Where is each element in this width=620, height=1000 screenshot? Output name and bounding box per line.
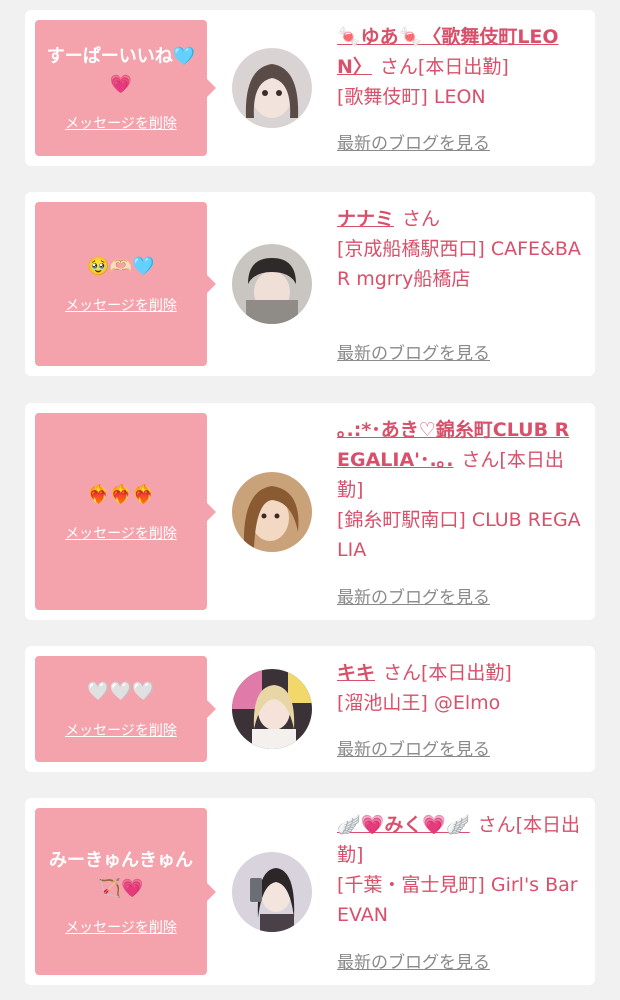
sender-info: ｡.:*･あき♡錦糸町CLUB REGALIA'･.｡. さん[本日出勤] [錦糸… <box>337 415 581 565</box>
sender-info: ナナミ さん [京成船橋駅西口] CAFE&BAR mgrry船橋店 <box>337 204 581 294</box>
delete-message-link[interactable]: メッセージを削除 <box>65 113 177 133</box>
avatar[interactable] <box>232 669 312 749</box>
delete-message-link[interactable]: メッセージを削除 <box>65 523 177 543</box>
delete-message-link[interactable]: メッセージを削除 <box>65 295 177 315</box>
avatar[interactable] <box>232 851 312 932</box>
delete-message-link[interactable]: メッセージを削除 <box>65 917 177 937</box>
message-card: ❤️‍🔥❤️‍🔥❤️‍🔥 メッセージを削除 ｡.:*･あき♡錦糸町CLUB RE… <box>25 403 595 620</box>
sender-info: 🪽💗みく💗🪽 さん[本日出勤] [千葉・富士見町] Girl's Bar EVAN <box>337 810 581 930</box>
message-bubble: みーきゅんきゅん🏹💗 メッセージを削除 <box>35 808 216 975</box>
message-text: 🥹🫶🏻🩵 <box>87 256 155 277</box>
message-bubble: ❤️‍🔥❤️‍🔥❤️‍🔥 メッセージを削除 <box>35 413 216 610</box>
delete-message-link[interactable]: メッセージを削除 <box>65 720 177 740</box>
message-card: すーぱーいいね🩵💗 メッセージを削除 🍬ゆあ🍬〈歌舞伎町LEON〉 さん[本日出勤… <box>25 10 595 166</box>
shop-info: [溜池山王] @Elmo <box>337 692 501 714</box>
sender-status: さん[本日出勤] <box>379 56 509 78</box>
message-text: みーきゅんきゅん🏹💗 <box>49 849 193 899</box>
avatar[interactable] <box>232 48 312 128</box>
avatar-photo-icon <box>232 471 312 552</box>
sender-name-link[interactable]: ナナミ <box>337 208 394 230</box>
sender-name-link[interactable]: 🪽💗みく💗🪽 <box>337 814 470 836</box>
sender-info: 🍬ゆあ🍬〈歌舞伎町LEON〉 さん[本日出勤] [歌舞伎町] LEON <box>337 22 581 112</box>
shop-info: [京成船橋駅西口] CAFE&BAR mgrry船橋店 <box>337 238 581 290</box>
message-list: すーぱーいいね🩵💗 メッセージを削除 🍬ゆあ🍬〈歌舞伎町LEON〉 さん[本日出勤… <box>0 0 620 1000</box>
message-bubble: 🥹🫶🏻🩵 メッセージを削除 <box>35 202 216 366</box>
message-card: 🤍🤍🤍 メッセージを削除 キキ さん[本日出勤] [溜池山王] @Elmo 最新の… <box>25 646 595 772</box>
avatar-photo-icon <box>232 669 312 749</box>
message-text: すーぱーいいね🩵💗 <box>46 46 196 95</box>
sender-status: さん[本日出勤] <box>383 662 512 684</box>
message-text: 🤍🤍🤍 <box>87 681 155 702</box>
latest-blog-link[interactable]: 最新のブログを見る <box>337 948 490 973</box>
latest-blog-link[interactable]: 最新のブログを見る <box>337 583 490 608</box>
avatar[interactable] <box>232 471 312 552</box>
shop-info: [千葉・富士見町] Girl's Bar EVAN <box>337 874 578 926</box>
latest-blog-link[interactable]: 最新のブログを見る <box>337 129 490 154</box>
shop-info: [歌舞伎町] LEON <box>337 86 486 108</box>
avatar-photo-icon <box>232 48 312 128</box>
shop-info: [錦糸町駅南口] CLUB REGALIA <box>337 509 581 561</box>
message-bubble: 🤍🤍🤍 メッセージを削除 <box>35 656 216 762</box>
message-bubble: すーぱーいいね🩵💗 メッセージを削除 <box>35 20 216 156</box>
avatar-photo-icon <box>232 851 312 932</box>
avatar[interactable] <box>232 244 312 324</box>
message-card: みーきゅんきゅん🏹💗 メッセージを削除 🪽💗みく💗🪽 さん[本日出勤] [千葉・富… <box>25 798 595 985</box>
message-card: 🥹🫶🏻🩵 メッセージを削除 ナナミ さん [京成船橋駅西口] CAFE&BAR m… <box>25 192 595 376</box>
sender-name-link[interactable]: キキ <box>337 662 375 684</box>
sender-status: さん <box>402 208 441 230</box>
message-text: ❤️‍🔥❤️‍🔥❤️‍🔥 <box>87 483 155 505</box>
latest-blog-link[interactable]: 最新のブログを見る <box>337 339 490 364</box>
avatar-photo-icon <box>232 244 312 324</box>
latest-blog-link[interactable]: 最新のブログを見る <box>337 735 490 760</box>
sender-info: キキ さん[本日出勤] [溜池山王] @Elmo <box>337 658 581 718</box>
